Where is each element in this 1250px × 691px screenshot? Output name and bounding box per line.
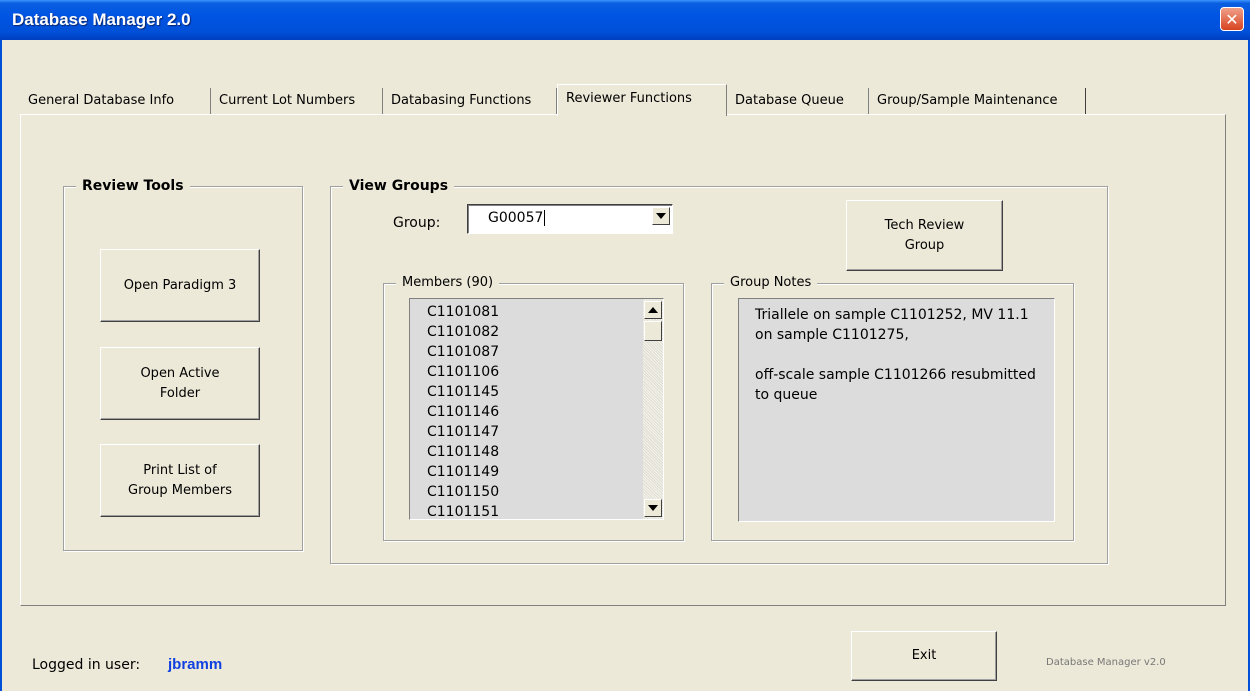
text-caret — [544, 210, 546, 226]
list-item[interactable]: C1101147 — [427, 422, 499, 442]
members-list[interactable]: C1101081 C1101082 C1101087 C1101106 C110… — [409, 298, 664, 520]
tech-review-group-button[interactable]: Tech Review Group — [846, 200, 1003, 271]
print-list-button[interactable]: Print List of Group Members — [100, 444, 260, 517]
group-select-value: G00057 — [488, 210, 544, 226]
review-tools-title: Review Tools — [76, 178, 190, 194]
scroll-thumb[interactable] — [644, 321, 662, 341]
list-item[interactable]: C1101148 — [427, 442, 499, 462]
scroll-up-button[interactable] — [644, 301, 662, 319]
window-title: Database Manager 2.0 — [12, 10, 191, 29]
close-button[interactable]: ✕ — [1220, 7, 1244, 31]
tab-database-queue[interactable]: Database Queue — [727, 88, 869, 114]
list-item[interactable]: C1101087 — [427, 342, 499, 362]
open-active-folder-button[interactable]: Open Active Folder — [100, 347, 260, 420]
tab-group-sample-maintenance[interactable]: Group/Sample Maintenance — [869, 88, 1086, 114]
list-item[interactable]: C1101150 — [427, 482, 499, 502]
members-title: Members (90) — [396, 275, 500, 290]
group-select[interactable]: G00057 — [467, 204, 673, 234]
tab-databasing-functions[interactable]: Databasing Functions — [383, 88, 557, 114]
chevron-down-icon — [656, 213, 666, 219]
version-text: Database Manager v2.0 — [1046, 657, 1166, 668]
list-item[interactable]: C1101106 — [427, 362, 499, 382]
arrow-down-icon — [648, 505, 658, 511]
tab-reviewer-functions[interactable]: Reviewer Functions — [557, 84, 727, 116]
list-item[interactable]: C1101145 — [427, 382, 499, 402]
members-scrollbar[interactable] — [643, 299, 663, 519]
group-notes-text[interactable]: Triallele on sample C1101252, MV 11.1 on… — [738, 298, 1055, 522]
tab-general-database-info[interactable]: General Database Info — [20, 88, 211, 114]
scroll-down-button[interactable] — [644, 499, 662, 517]
arrow-up-icon — [648, 307, 658, 313]
tab-current-lot-numbers[interactable]: Current Lot Numbers — [211, 88, 383, 114]
list-item[interactable]: C1101151 — [427, 502, 499, 519]
group-label: Group: — [393, 215, 441, 231]
list-item[interactable]: C1101149 — [427, 462, 499, 482]
list-item[interactable]: C1101081 — [427, 302, 499, 322]
group-notes-title: Group Notes — [724, 275, 818, 290]
username: jbramm — [168, 656, 223, 673]
exit-button[interactable]: Exit — [851, 631, 997, 681]
view-groups-title: View Groups — [343, 178, 455, 194]
list-item[interactable]: C1101146 — [427, 402, 499, 422]
group-dropdown-button[interactable] — [652, 207, 670, 225]
list-item[interactable]: C1101082 — [427, 322, 499, 342]
logged-in-label: Logged in user: — [32, 657, 141, 673]
title-bar: Database Manager 2.0 ✕ — [0, 0, 1250, 40]
open-paradigm-button[interactable]: Open Paradigm 3 — [100, 249, 260, 322]
